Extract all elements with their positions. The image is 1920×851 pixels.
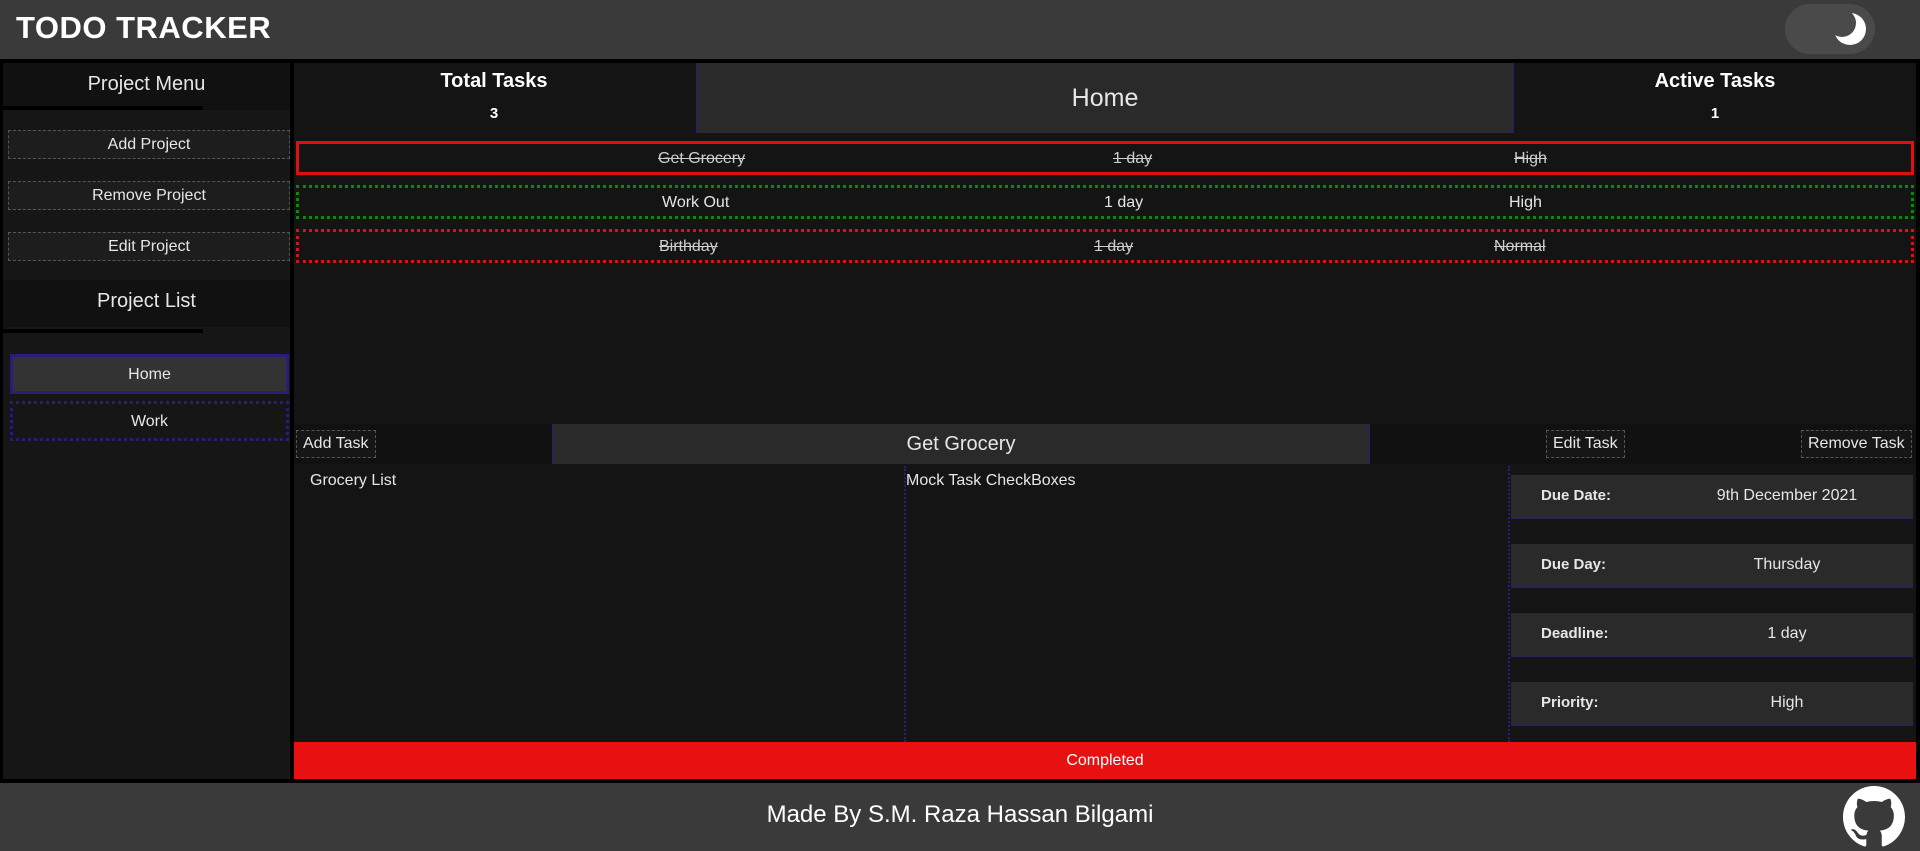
task-description: Grocery List [310, 472, 397, 489]
sidebar: Project Menu Add Project Remove Project … [3, 63, 290, 779]
project-item-home[interactable]: Home [10, 354, 289, 394]
app-header: TODO TRACKER [0, 0, 1920, 59]
remove-project-button[interactable]: Remove Project [8, 181, 290, 210]
task-deadline: 1 day [1094, 238, 1134, 255]
theme-toggle[interactable] [1785, 4, 1875, 54]
task-description-panel: Grocery List [294, 466, 906, 742]
edit-task-button[interactable]: Edit Task [1546, 430, 1625, 458]
project-menu-heading: Project Menu [3, 63, 290, 110]
remove-task-button[interactable]: Remove Task [1801, 430, 1912, 458]
task-name: Birthday [659, 238, 718, 255]
due-date-value: 9th December 2021 [1716, 487, 1858, 504]
task-name: Get Grocery [658, 150, 746, 167]
due-date-label: Due Date: [1541, 487, 1612, 504]
edit-project-button[interactable]: Edit Project [8, 232, 290, 261]
selected-task-title: Get Grocery [552, 424, 1370, 464]
task-row[interactable]: Work Out 1 day High [296, 185, 1914, 219]
deadline-row: Deadline: 1 day [1511, 613, 1913, 657]
total-tasks-label: Total Tasks [440, 70, 548, 92]
project-list-heading: Project List [3, 280, 290, 327]
task-toolbar: Add Task Get Grocery Edit Task Remove Ta… [294, 424, 1916, 464]
priority-label: Priority: [1541, 694, 1599, 711]
checklist-title: Mock Task CheckBoxes [906, 472, 1076, 489]
due-day-label: Due Day: [1541, 556, 1607, 573]
active-tasks-value: 1 [1710, 105, 1720, 122]
priority-row: Priority: High [1511, 682, 1913, 726]
divider [3, 106, 203, 110]
add-task-button[interactable]: Add Task [296, 430, 376, 458]
footer-credit: Made By S.M. Raza Hassan Bilgami [766, 801, 1154, 828]
github-icon[interactable] [1843, 786, 1905, 848]
deadline-label: Deadline: [1541, 625, 1609, 642]
due-day-value: Thursday [1753, 556, 1821, 573]
task-row[interactable]: Get Grocery 1 day High [296, 141, 1914, 175]
due-date-row: Due Date: 9th December 2021 [1511, 475, 1913, 519]
project-item-work[interactable]: Work [10, 401, 289, 441]
task-priority: Normal [1494, 238, 1546, 255]
priority-value: High [1770, 694, 1804, 711]
moon-icon [1831, 10, 1866, 45]
total-tasks-stat: Total Tasks 3 [294, 63, 694, 133]
task-priority: High [1509, 194, 1542, 211]
task-deadline: 1 day [1104, 194, 1144, 211]
task-deadline: 1 day [1113, 150, 1153, 167]
add-project-button[interactable]: Add Project [8, 130, 290, 159]
total-tasks-value: 3 [489, 105, 499, 122]
divider [3, 329, 203, 333]
current-project-title: Home [696, 63, 1514, 133]
main-panel: Total Tasks 3 Home Active Tasks 1 Get Gr… [294, 63, 1916, 779]
deadline-value: 1 day [1767, 625, 1807, 642]
task-row[interactable]: Birthday 1 day Normal [296, 229, 1914, 263]
due-day-row: Due Day: Thursday [1511, 544, 1913, 588]
app-title: TODO TRACKER [16, 10, 272, 45]
active-tasks-stat: Active Tasks 1 [1515, 63, 1915, 133]
active-tasks-label: Active Tasks [1654, 70, 1776, 92]
footer: Made By S.M. Raza Hassan Bilgami [0, 783, 1920, 851]
task-priority: High [1514, 150, 1547, 167]
completed-status-button[interactable]: Completed [294, 742, 1916, 779]
task-name: Work Out [662, 194, 730, 211]
task-checklist-panel: Mock Task CheckBoxes [906, 466, 1510, 742]
